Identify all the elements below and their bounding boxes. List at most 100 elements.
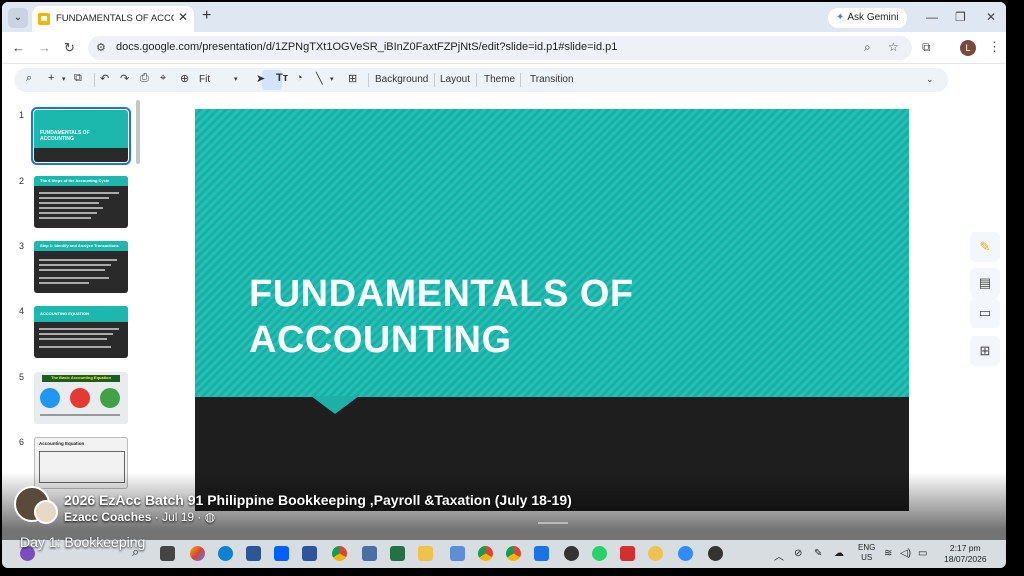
ask-gemini-button[interactable]: ✦ Ask Gemini xyxy=(828,8,907,28)
system-clock[interactable]: 2:17 pm 18/07/2026 xyxy=(944,543,987,565)
filmstrip-scrollbar[interactable] xyxy=(136,100,140,164)
close-tab-icon[interactable]: ✕ xyxy=(178,10,188,24)
search-menus-icon[interactable]: ⌕ xyxy=(26,72,32,85)
reload-icon[interactable]: ↻ xyxy=(64,40,75,56)
zoom-select[interactable]: Fit xyxy=(199,74,210,85)
chrome-profile-2-icon[interactable] xyxy=(506,546,521,561)
slide-thumbnail-1[interactable]: FUNDAMENTALS OF ACCOUNTING xyxy=(31,107,131,165)
address-bar: ← → ↻ ⚙ docs.google.com/presentation/d/1… xyxy=(2,32,1006,64)
thumbnail-circle xyxy=(100,388,120,408)
minimize-icon[interactable]: — xyxy=(926,10,938,24)
task-view-icon[interactable] xyxy=(160,546,175,561)
thumbnail-title: The Basic Accounting Equation xyxy=(42,375,120,382)
text-box-icon[interactable]: Tт xyxy=(276,72,288,84)
add-on-icon[interactable]: ⊞ xyxy=(970,336,1000,366)
omnibox[interactable]: ⚙ docs.google.com/presentation/d/1ZPNgTX… xyxy=(88,36,912,60)
excel-icon[interactable] xyxy=(390,546,405,561)
cloud-icon[interactable]: ☁ xyxy=(834,548,844,559)
bookmark-star-icon[interactable]: ☆ xyxy=(888,40,899,54)
slide-thumbnail-2[interactable]: The 6 Steps of the Accounting Cycle xyxy=(34,176,128,228)
redo-icon[interactable]: ↷ xyxy=(120,72,129,85)
shape-icon[interactable]: ◔ xyxy=(296,72,303,84)
network-off-icon[interactable]: ⊘ xyxy=(794,548,802,559)
keep-notes-icon[interactable]: ▤ xyxy=(970,268,1000,298)
video-caption: Day 1: Bookkeeping xyxy=(20,534,146,550)
dropbox-icon[interactable] xyxy=(274,546,289,561)
new-slide-icon[interactable]: + xyxy=(48,72,54,84)
overlay-handle[interactable] xyxy=(538,522,568,524)
thumbnail-title: Step 1: Identify and Analyze Transaction… xyxy=(40,243,119,248)
slide-canvas[interactable]: FUNDAMENTALS OF ACCOUNTING xyxy=(195,109,909,511)
comment-icon[interactable]: ⊞ xyxy=(348,72,357,85)
language-indicator[interactable]: ENG US xyxy=(858,543,875,563)
whatsapp-icon[interactable] xyxy=(592,546,607,561)
clock-date: 18/07/2026 xyxy=(944,554,987,564)
tab-search-icon[interactable]: ⌄ xyxy=(8,8,28,28)
undo-icon[interactable]: ↶ xyxy=(100,72,109,85)
line-dropdown-icon[interactable]: ▾ xyxy=(330,75,334,83)
slide-number: 6 xyxy=(19,437,25,447)
browser-window: ⌄ FUNDAMENTALS OF ACCOUNTING - Google Sl… xyxy=(2,2,1006,568)
pdf-icon[interactable] xyxy=(620,546,635,561)
store-icon[interactable] xyxy=(246,546,261,561)
author-name[interactable]: Ezacc Coaches xyxy=(64,510,151,524)
extensions-icon[interactable]: ⧉ xyxy=(922,40,931,55)
slide-thumbnail-4[interactable]: ACCOUNTING EQUATION xyxy=(34,306,128,358)
slide-title-line-1: FUNDAMENTALS OF xyxy=(249,273,634,315)
app-badge-icon[interactable] xyxy=(648,546,663,561)
slide-number: 3 xyxy=(19,241,25,251)
pen-icon[interactable]: ✎ xyxy=(814,548,822,559)
folder-icon[interactable]: ▭ xyxy=(970,298,1000,328)
author-avatar[interactable] xyxy=(34,500,58,524)
paint-format-icon[interactable]: ⌖ xyxy=(160,72,166,85)
copilot-app-icon[interactable] xyxy=(190,546,205,561)
print-icon[interactable]: ⎙ xyxy=(140,72,149,85)
back-icon[interactable]: ← xyxy=(12,40,25,55)
layout-button[interactable]: Layout xyxy=(440,74,470,85)
thumbnail-circle xyxy=(40,388,60,408)
battery-icon[interactable]: ▭ xyxy=(918,548,927,559)
slide-title[interactable]: FUNDAMENTALS OF ACCOUNTING xyxy=(249,271,634,363)
zoom-dropdown-icon[interactable]: ▾ xyxy=(234,75,238,83)
site-info-icon[interactable]: ⚙ xyxy=(96,41,106,54)
snipping-tool-icon[interactable] xyxy=(450,546,465,561)
chrome-icon[interactable] xyxy=(332,546,347,561)
select-cursor-icon[interactable]: ➤ xyxy=(256,72,265,85)
url-text[interactable]: docs.google.com/presentation/d/1ZPNgTXt1… xyxy=(116,41,617,53)
zoom-icon[interactable]: ⊕ xyxy=(180,72,189,85)
transition-button[interactable]: Transition xyxy=(530,74,574,85)
obs-icon[interactable] xyxy=(564,546,579,561)
calculator-icon[interactable] xyxy=(362,546,377,561)
more-menu-icon[interactable]: ⋮ xyxy=(988,39,1001,55)
edge-icon[interactable] xyxy=(218,546,233,561)
insert-icon[interactable]: ⧉ xyxy=(74,72,82,85)
line-icon[interactable]: ╲ xyxy=(316,72,323,85)
maximize-icon[interactable]: ❐ xyxy=(955,10,966,24)
toolbar-divider xyxy=(368,73,369,87)
forward-icon[interactable]: → xyxy=(38,40,51,55)
theme-button[interactable]: Theme xyxy=(484,74,515,85)
background-button[interactable]: Background xyxy=(375,74,428,85)
volume-icon[interactable]: ◁) xyxy=(900,548,911,559)
close-window-icon[interactable]: ✕ xyxy=(986,10,996,24)
active-tab[interactable]: FUNDAMENTALS OF ACCOUNTING - Google Slid… xyxy=(32,6,194,32)
profile-avatar[interactable]: L xyxy=(960,40,976,56)
post-title[interactable]: 2026 EzAcc Batch 91 Philippine Bookkeepi… xyxy=(64,492,572,508)
new-slide-dropdown-icon[interactable]: ▾ xyxy=(62,75,66,83)
zoom-icon[interactable] xyxy=(678,546,693,561)
docs-icon[interactable] xyxy=(534,546,549,561)
slide-thumbnail-5[interactable]: The Basic Accounting Equation xyxy=(34,372,128,424)
media-icon[interactable] xyxy=(708,546,723,561)
new-tab-button[interactable]: + xyxy=(202,7,211,25)
word-icon[interactable] xyxy=(302,546,317,561)
chrome-profile-icon[interactable] xyxy=(478,546,493,561)
tab-bar: ⌄ FUNDAMENTALS OF ACCOUNTING - Google Sl… xyxy=(2,2,1006,32)
slide-thumbnail-3[interactable]: Step 1: Identify and Analyze Transaction… xyxy=(34,241,128,293)
toolbar-divider xyxy=(434,73,435,87)
gemini-assist-icon[interactable]: ✎ xyxy=(970,232,1000,262)
zoom-lens-icon[interactable]: ⌕ xyxy=(864,40,871,55)
show-hidden-icons-icon[interactable]: ︿ xyxy=(774,548,784,563)
file-explorer-icon[interactable] xyxy=(418,546,433,561)
wifi-icon[interactable]: ≋ xyxy=(884,548,892,559)
collapse-toolbar-icon[interactable]: ⌄ xyxy=(926,74,934,85)
